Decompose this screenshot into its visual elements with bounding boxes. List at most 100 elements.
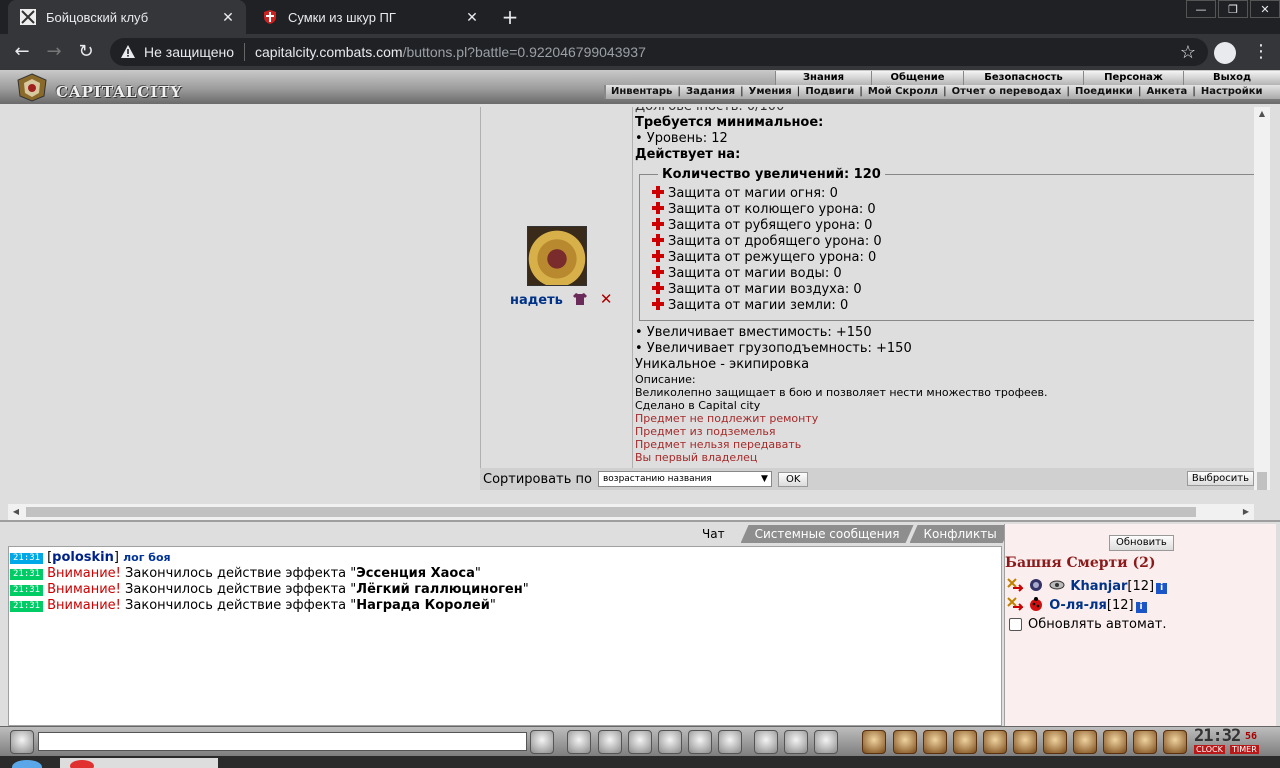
potion-icon[interactable]	[923, 730, 947, 754]
nick-link[interactable]: poloskin	[52, 550, 114, 565]
battle-swords-icon[interactable]	[1007, 578, 1023, 592]
browser-menu-icon[interactable]: ⋮	[1252, 42, 1270, 62]
unique-label: Уникальное - экипировка	[635, 357, 810, 372]
speak-head-icon[interactable]	[10, 730, 34, 754]
plus-icon[interactable]	[652, 234, 664, 246]
private-message-icon[interactable]	[688, 730, 712, 754]
eye-icon[interactable]	[1049, 578, 1065, 592]
taskbar-app[interactable]	[60, 758, 218, 768]
horizontal-scrollbar[interactable]: ◀ ▶	[8, 504, 1254, 520]
tab-conflicts[interactable]: Конфликты	[910, 525, 1011, 543]
scroll-thumb[interactable]	[1257, 472, 1267, 490]
profile-avatar-icon[interactable]	[1214, 42, 1236, 64]
refresh-button[interactable]: Обновить	[1109, 535, 1174, 551]
timestamp[interactable]: 21:31	[10, 569, 44, 580]
shirt-icon[interactable]	[573, 293, 588, 305]
player-info-icon[interactable]: i	[1135, 602, 1147, 613]
exit-door-icon[interactable]	[1163, 730, 1187, 754]
submenu-skills[interactable]: Умения	[744, 85, 797, 99]
menu-security[interactable]: Безопасность	[963, 71, 1083, 85]
submenu-achievements[interactable]: Подвиги	[800, 85, 859, 99]
plus-icon[interactable]	[652, 186, 664, 198]
start-icon[interactable]	[12, 760, 42, 768]
menu-character[interactable]: Персонаж	[1083, 71, 1183, 85]
send-enter-icon[interactable]	[530, 730, 554, 754]
wear-link[interactable]: надеть	[510, 293, 563, 308]
timer-label[interactable]: TIMER	[1230, 745, 1259, 754]
globe-icon[interactable]	[1043, 730, 1067, 754]
crown-icon[interactable]	[953, 730, 977, 754]
clan-badge-icon[interactable]	[1028, 578, 1044, 592]
eraser-icon[interactable]	[567, 730, 591, 754]
minimize-icon[interactable]: —	[1186, 0, 1216, 18]
mask-icon[interactable]	[1013, 730, 1037, 754]
submenu-profile[interactable]: Анкета	[1141, 85, 1192, 99]
scroll-icon[interactable]	[983, 730, 1007, 754]
scroll-left-icon[interactable]: ◀	[8, 504, 24, 520]
music-icon[interactable]	[718, 730, 742, 754]
chat-line: 21:31 Внимание! Закончилось действие эффе…	[10, 566, 1000, 582]
close-window-icon[interactable]: ✕	[1250, 0, 1280, 18]
item-bag-image[interactable]	[527, 226, 587, 286]
tab-fight-club[interactable]: Бойцовский клуб ✕	[8, 0, 246, 34]
save-log-icon[interactable]	[628, 730, 652, 754]
scroll-thumb[interactable]	[26, 507, 1196, 517]
tab-close-icon[interactable]: ✕	[220, 9, 236, 25]
restore-icon[interactable]: ❐	[1218, 0, 1248, 18]
quiver-icon[interactable]	[893, 730, 917, 754]
tab-bags[interactable]: Сумки из шкур ПГ ✕	[250, 0, 490, 34]
reload-icon[interactable]: ↻	[76, 42, 96, 62]
forward-arrow-icon[interactable]: →	[44, 42, 64, 62]
player-name[interactable]: О-ля-ля	[1049, 598, 1107, 613]
helmet-icon[interactable]	[784, 730, 808, 754]
delete-x-icon[interactable]: ✕	[600, 290, 613, 308]
paws-icon[interactable]	[1103, 730, 1127, 754]
submenu-quests[interactable]: Задания	[681, 85, 740, 99]
plus-icon[interactable]	[652, 218, 664, 230]
auto-refresh-checkbox[interactable]	[1009, 618, 1022, 631]
tab-close-icon[interactable]: ✕	[464, 9, 480, 25]
plus-icon[interactable]	[652, 250, 664, 262]
plus-icon[interactable]	[652, 266, 664, 278]
new-tab-icon[interactable]: +	[500, 7, 520, 27]
clock-label[interactable]: CLOCK	[1194, 745, 1225, 754]
flag-icon[interactable]	[1133, 730, 1157, 754]
url-field[interactable]: Не защищено capitalcity.combats.com/butt…	[110, 38, 1208, 66]
fighters-icon[interactable]	[658, 730, 682, 754]
plus-icon[interactable]	[652, 282, 664, 294]
filter-icon[interactable]	[598, 730, 622, 754]
submenu-my-scroll[interactable]: Мой Скролл	[863, 85, 943, 99]
smiley-icon[interactable]	[754, 730, 778, 754]
chat-input[interactable]	[38, 732, 527, 751]
plus-icon[interactable]	[652, 202, 664, 214]
timestamp[interactable]: 21:31	[10, 553, 44, 564]
submenu-transfer-report[interactable]: Отчет о переводах	[947, 85, 1067, 99]
battle-swords-icon[interactable]	[1007, 597, 1023, 611]
player-info-icon[interactable]: i	[1156, 583, 1168, 594]
player-name[interactable]: Khanjar	[1070, 579, 1127, 594]
throw-away-button[interactable]: Выбросить	[1186, 471, 1254, 486]
submenu-duels[interactable]: Поединки	[1070, 85, 1138, 99]
sort-select[interactable]: возрастанию названия ▼	[597, 471, 772, 487]
tab-system-messages[interactable]: Системные сообщения	[741, 525, 914, 543]
battle-log-link[interactable]: лог боя	[123, 551, 171, 564]
submenu-inventory[interactable]: Инвентарь	[606, 85, 677, 99]
submenu-settings[interactable]: Настройки	[1196, 85, 1268, 99]
timestamp[interactable]: 21:31	[10, 601, 44, 612]
orb-icon[interactable]	[814, 730, 838, 754]
back-arrow-icon[interactable]: ←	[12, 42, 32, 62]
vertical-scrollbar[interactable]: ▲	[1254, 107, 1270, 490]
friends-icon[interactable]	[1073, 730, 1097, 754]
sort-ok-button[interactable]: OK	[777, 471, 809, 487]
menu-knowledge[interactable]: Знания	[775, 71, 871, 85]
tab-chat[interactable]: Чат	[682, 525, 745, 543]
timestamp[interactable]: 21:31	[10, 585, 44, 596]
menu-exit[interactable]: Выход	[1183, 71, 1280, 85]
scroll-up-icon[interactable]: ▲	[1254, 107, 1270, 121]
plus-icon[interactable]	[652, 298, 664, 310]
menu-communication[interactable]: Общение	[871, 71, 963, 85]
ladybug-icon[interactable]	[1028, 597, 1044, 611]
hood-figure-icon[interactable]	[862, 730, 886, 754]
scroll-right-icon[interactable]: ▶	[1238, 504, 1254, 520]
bookmark-star-icon[interactable]: ☆	[1180, 42, 1196, 63]
